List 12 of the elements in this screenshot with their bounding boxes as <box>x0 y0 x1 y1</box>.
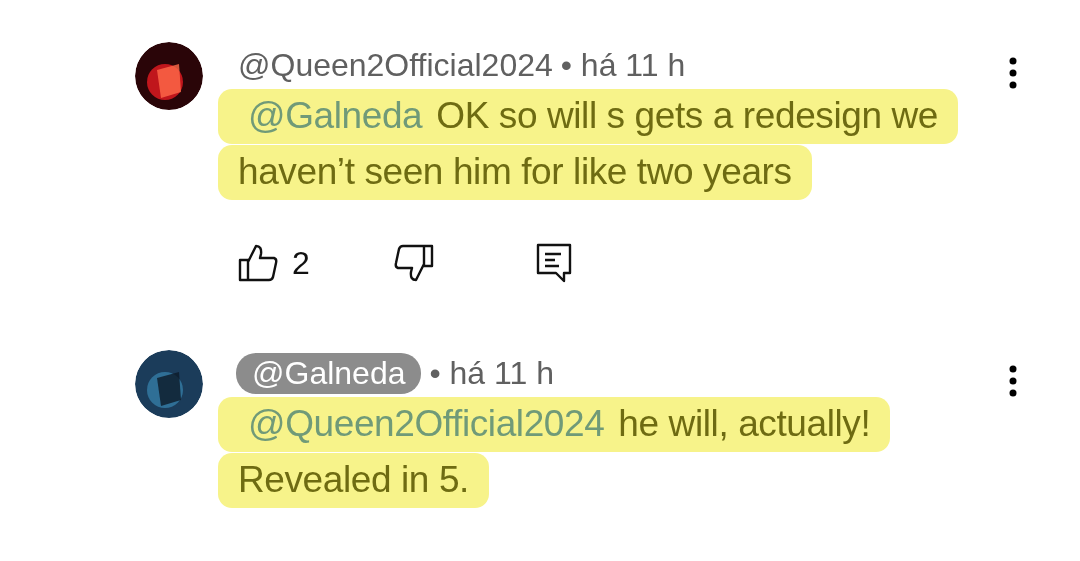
author-name[interactable]: @Queen2Official2024 <box>238 46 553 84</box>
mention-link[interactable]: @Galneda <box>248 95 423 136</box>
avatar[interactable] <box>135 350 203 418</box>
like-button[interactable]: 2 <box>238 242 310 284</box>
more-icon[interactable] <box>1008 56 1018 90</box>
comment-time: • há 11 h <box>429 354 554 392</box>
dislike-button[interactable] <box>393 242 434 284</box>
more-icon[interactable] <box>1008 364 1018 398</box>
mention-link[interactable]: @Queen2Official2024 <box>248 403 605 444</box>
author-name[interactable]: @Galneda <box>236 352 422 394</box>
comment-time: • há 11 h <box>560 46 686 84</box>
avatar[interactable] <box>135 42 203 110</box>
